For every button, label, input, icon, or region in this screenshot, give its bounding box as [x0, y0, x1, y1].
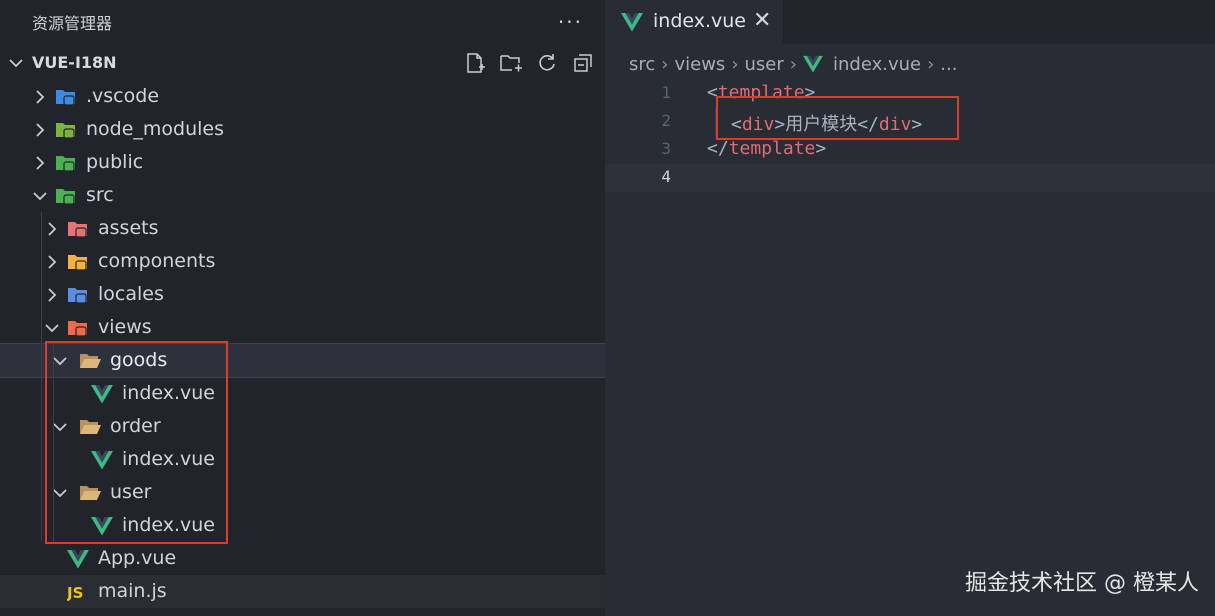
folder-row-locales[interactable]: locales — [0, 278, 605, 311]
highlight-box-views — [45, 341, 228, 544]
explorer-header: 资源管理器 ··· — [0, 0, 605, 44]
chevron-down-icon — [9, 59, 23, 68]
folder-row-src[interactable]: src — [0, 179, 605, 212]
chevron-right-icon[interactable] — [32, 155, 48, 175]
vscode-folder-icon — [55, 87, 75, 107]
public-folder-icon — [55, 153, 75, 173]
line-number: 1 — [661, 83, 671, 102]
components-folder-icon — [67, 252, 87, 272]
indent-guide — [41, 212, 42, 542]
chevron-down-icon[interactable] — [32, 188, 48, 208]
svg-text:JS: JS — [67, 584, 83, 602]
chevron-right-icon[interactable] — [32, 89, 48, 109]
tab-label: index.vue — [653, 10, 746, 32]
assets-folder-icon — [67, 219, 87, 239]
highlight-box-code — [716, 96, 959, 140]
folder-row--vscode[interactable]: .vscode — [0, 80, 605, 113]
chevron-right-icon[interactable] — [44, 221, 60, 241]
line-number: 3 — [661, 139, 671, 158]
file-row-app-vue[interactable]: App.vue — [0, 542, 605, 575]
tree-item-label: main.js — [98, 580, 167, 602]
code-line-current[interactable]: 4 — [605, 164, 1215, 192]
tree-item-label: App.vue — [98, 547, 177, 569]
code-line[interactable]: 3 </template> — [605, 136, 1215, 164]
tree-item-label: views — [98, 316, 152, 338]
breadcrumb-views[interactable]: views — [674, 54, 725, 75]
code-text: </template> — [707, 138, 826, 159]
breadcrumb-symbols[interactable]: ... — [940, 54, 957, 75]
collapse-all-icon[interactable] — [569, 50, 597, 76]
project-header[interactable]: VUE-I18N — [0, 46, 605, 79]
tab-bar: index.vue ✕ — [605, 0, 1215, 44]
chevron-right-icon: › — [927, 53, 935, 75]
tree-item-label: node_modules — [86, 118, 225, 140]
folder-row-public[interactable]: public — [0, 146, 605, 179]
tree-item-label: components — [98, 250, 216, 272]
new-folder-icon[interactable] — [497, 50, 525, 76]
chevron-right-icon[interactable] — [44, 287, 60, 307]
chevron-right-icon: › — [661, 53, 669, 75]
js-file-icon: JS — [66, 582, 87, 602]
editor-area: index.vue ✕ src › views › user › index.v… — [605, 0, 1215, 616]
folder-row-node-modules[interactable]: node_modules — [0, 113, 605, 146]
new-file-icon[interactable] — [461, 50, 489, 76]
tree-item-label: .vscode — [86, 85, 160, 107]
tree-item-label: public — [86, 151, 144, 173]
line-number: 4 — [661, 167, 671, 186]
line-number: 2 — [661, 111, 671, 130]
breadcrumb-user[interactable]: user — [745, 54, 784, 75]
tree-item-label: assets — [98, 217, 159, 239]
file-row-main-js[interactable]: JS main.js — [0, 575, 605, 608]
project-name: VUE-I18N — [32, 53, 117, 72]
breadcrumb-file[interactable]: index.vue — [833, 54, 921, 75]
folder-row-components[interactable]: components — [0, 245, 605, 278]
chevron-right-icon: › — [789, 53, 797, 75]
tab-index-vue[interactable]: index.vue ✕ — [605, 0, 783, 44]
tag-bracket: </ — [707, 138, 729, 159]
close-icon[interactable]: ✕ — [753, 8, 771, 33]
chevron-down-icon[interactable] — [44, 320, 60, 340]
src-folder-icon — [55, 186, 75, 206]
tag-bracket: > — [815, 138, 827, 159]
tree-item-label: locales — [98, 283, 164, 305]
chevron-right-icon: › — [731, 53, 739, 75]
chevron-right-icon[interactable] — [44, 254, 60, 274]
node-folder-icon — [55, 120, 75, 140]
breadcrumb-src[interactable]: src — [629, 54, 655, 75]
explorer-title: 资源管理器 — [32, 14, 113, 33]
folder-row-assets[interactable]: assets — [0, 212, 605, 245]
more-actions-icon[interactable]: ··· — [558, 12, 583, 32]
tree-item-label: src — [86, 184, 114, 206]
folder-row-views[interactable]: views — [0, 311, 605, 344]
chevron-right-icon[interactable] — [32, 122, 48, 142]
breadcrumb: src › views › user › index.vue › ... — [629, 50, 957, 78]
vue-file-icon — [67, 549, 89, 569]
views-folder-icon — [67, 318, 87, 338]
locales-folder-icon — [67, 285, 87, 305]
tag-name: template — [728, 138, 816, 159]
vue-file-icon — [621, 13, 643, 32]
watermark: 掘金技术社区 @ 橙某人 — [965, 571, 1199, 596]
vue-file-icon — [803, 55, 823, 73]
refresh-icon[interactable] — [533, 50, 561, 76]
